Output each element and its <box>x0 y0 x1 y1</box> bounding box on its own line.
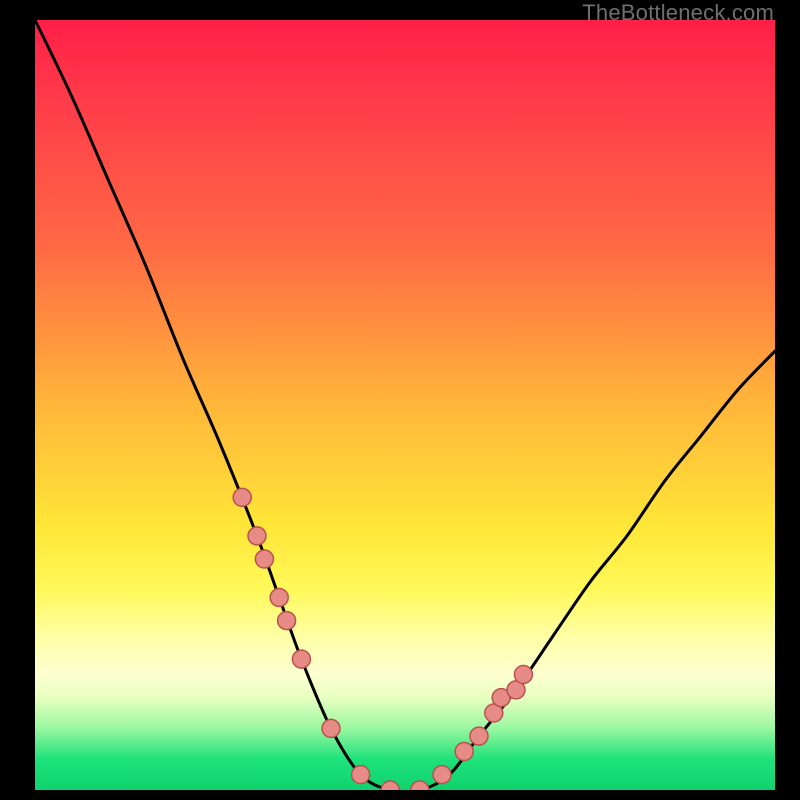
curve-svg <box>35 20 775 790</box>
data-dot <box>433 766 451 784</box>
data-dot <box>255 550 273 568</box>
data-dot <box>248 527 266 545</box>
data-dot <box>411 781 429 790</box>
plot-area <box>35 20 775 790</box>
data-dot <box>270 589 288 607</box>
chart-frame: TheBottleneck.com <box>0 0 800 800</box>
data-dot <box>455 743 473 761</box>
data-dot <box>292 650 310 668</box>
data-dot <box>514 666 532 684</box>
data-dot <box>470 727 488 745</box>
curve-dots <box>233 488 532 790</box>
data-dot <box>352 766 370 784</box>
data-dot <box>233 488 251 506</box>
data-dot <box>381 781 399 790</box>
watermark-text: TheBottleneck.com <box>582 0 774 26</box>
data-dot <box>322 719 340 737</box>
data-dot <box>278 612 296 630</box>
bottleneck-curve <box>35 20 775 790</box>
